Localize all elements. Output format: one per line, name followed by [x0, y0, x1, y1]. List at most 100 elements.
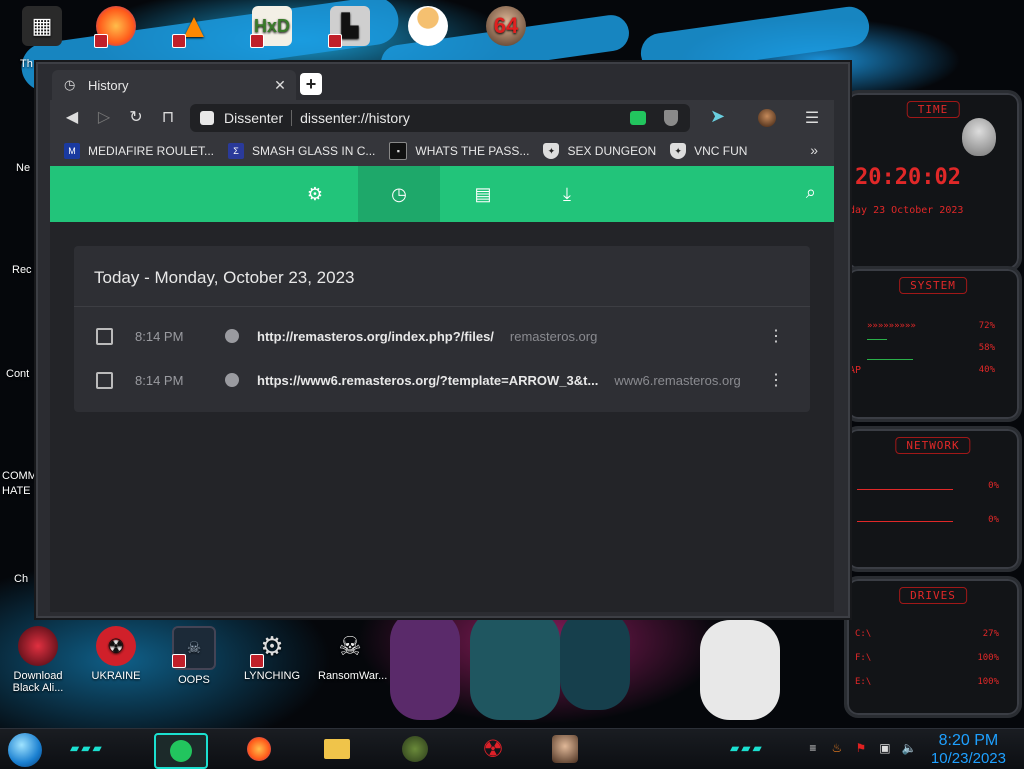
- taskbar-decoration: ▰▰▰: [730, 741, 764, 755]
- history-icon: ◷: [64, 77, 76, 92]
- entry-url-link[interactable]: https://www6.remasteros.org/?template=AR…: [257, 373, 598, 388]
- shield-icon: ✦: [543, 143, 560, 159]
- profile-avatar[interactable]: [758, 109, 776, 127]
- widget-time-panel: TIME 20:20:02 day 23 October 2023: [844, 90, 1022, 272]
- history-nav-bar: ⚙ ◷ ▤ ⤓ ⌕: [50, 166, 834, 222]
- desktop-icon-ransomware[interactable]: ☠ RansomWar...: [318, 626, 388, 683]
- shield-icon: [250, 34, 264, 48]
- more-options-icon[interactable]: ⋮: [768, 370, 784, 390]
- bookmark-item[interactable]: M MEDIAFIRE ROULET...: [64, 143, 214, 159]
- bookmark-item[interactable]: ▪ WHATS THE PASS...: [389, 142, 529, 160]
- entry-checkbox[interactable]: [96, 371, 113, 389]
- bookmarks-bar: M MEDIAFIRE ROULET... Σ SMASH GLASS IN C..…: [50, 136, 834, 166]
- drive-value: 100%: [977, 653, 999, 663]
- bookmark-book-icon: ▤: [474, 183, 492, 204]
- desktop-icon-download-black-alien[interactable]: Download Black Ali...: [6, 626, 70, 694]
- bookmarks-tab[interactable]: ▤: [442, 166, 524, 222]
- entry-domain[interactable]: remasteros.org: [510, 329, 597, 344]
- desktop-icon-firefox[interactable]: [84, 6, 148, 50]
- taskbar: ▰▰▰ ☢ ▰▰▰ ≡ ♨ ⚑ ▣ 🔈 8:20 PM 10/23/2023: [0, 728, 1024, 769]
- dissenter-icon: [170, 740, 192, 762]
- new-tab-button[interactable]: +: [300, 73, 322, 95]
- more-bookmarks-button[interactable]: »: [810, 142, 818, 158]
- widget-network-panel: NETWORK 0% 0%: [844, 426, 1022, 572]
- desktop-label: Ne: [16, 162, 31, 174]
- taskbar-app-explorer[interactable]: [312, 733, 362, 765]
- entry-checkbox[interactable]: [96, 327, 113, 345]
- browser-titlebar[interactable]: ◷ History ✕ +: [38, 64, 848, 100]
- bookmark-label: SMASH GLASS IN C...: [252, 144, 376, 158]
- network-graph-line: [857, 489, 953, 490]
- url-text[interactable]: dissenter://history: [300, 110, 630, 126]
- tab-history[interactable]: ◷ History ✕: [52, 70, 296, 100]
- browser-toolbar: ◀ ▷ ↻ ⊓ Dissenter dissenter://history ➤ …: [50, 100, 834, 136]
- history-icon: ◷: [391, 183, 407, 204]
- desktop-icon-ukraine[interactable]: ☢ UKRAINE: [84, 626, 148, 682]
- bookmark-label: VNC FUN: [694, 144, 748, 158]
- taskbar-clock[interactable]: 8:20 PM 10/23/2023: [931, 732, 1006, 767]
- downloads-tab[interactable]: ⤓: [526, 166, 608, 222]
- shield-icon: [172, 34, 186, 48]
- sigma-icon: Σ: [228, 143, 245, 159]
- forward-button[interactable]: ▷: [94, 108, 114, 128]
- desktop-icon-tiles[interactable]: ▦: [10, 6, 74, 50]
- network-icon[interactable]: ▣: [877, 741, 893, 757]
- tab-title: History: [88, 77, 129, 93]
- widget-date-value: day 23 October 2023: [849, 205, 964, 216]
- page-icon: [200, 111, 214, 125]
- shield-icon: ✦: [670, 143, 687, 159]
- history-tab[interactable]: ◷: [358, 166, 440, 222]
- bookmark-item[interactable]: Σ SMASH GLASS IN C...: [228, 143, 375, 159]
- drive-label: C:\: [855, 629, 872, 639]
- skull-icon: ☠: [338, 630, 362, 661]
- taskbar-app-tree[interactable]: [390, 733, 440, 765]
- menu-icon[interactable]: ☰: [802, 108, 822, 128]
- more-options-icon[interactable]: ⋮: [768, 326, 784, 346]
- search-icon[interactable]: ⌕: [806, 182, 816, 203]
- history-entry[interactable]: 8:14 PM http://remasteros.org/index.php?…: [74, 314, 810, 358]
- shield-icon: [250, 654, 264, 668]
- action-center-flag-icon[interactable]: ⚑: [853, 741, 869, 757]
- wallpaper-figure: [390, 610, 460, 720]
- back-button[interactable]: ◀: [62, 108, 82, 128]
- desktop-icon-oops[interactable]: ☠ OOPS: [162, 626, 226, 686]
- widget-drives-title: DRIVES: [899, 587, 967, 604]
- entry-domain[interactable]: www6.remasteros.org: [614, 373, 740, 388]
- taskbar-app-firefox[interactable]: [234, 733, 284, 765]
- history-day-card: Today - Monday, October 23, 2023 8:14 PM…: [74, 246, 810, 412]
- desktop-icon-vlc[interactable]: ▲: [162, 6, 226, 50]
- desktop-label: Ch: [14, 573, 29, 585]
- java-icon[interactable]: ♨: [829, 741, 845, 757]
- desktop-label: HATE: [2, 485, 31, 497]
- taskbar-app-dissenter[interactable]: [154, 733, 208, 769]
- reload-button[interactable]: ↻: [126, 108, 146, 128]
- desktop-icon-label: Download Black Ali...: [12, 670, 64, 694]
- start-orb-button[interactable]: [8, 733, 42, 767]
- entry-time: 8:14 PM: [135, 328, 184, 344]
- card-divider: [74, 306, 810, 307]
- desktop-icon-doctor[interactable]: [396, 6, 460, 50]
- tray-expand-icon[interactable]: ≡: [805, 741, 821, 757]
- volume-icon[interactable]: 🔈: [901, 741, 917, 757]
- address-bar[interactable]: Dissenter dissenter://history: [190, 104, 690, 132]
- shield-extension-icon[interactable]: [664, 110, 678, 126]
- settings-tab[interactable]: ⚙: [274, 166, 356, 222]
- entry-url-link[interactable]: http://remasteros.org/index.php?/files/: [257, 329, 494, 344]
- desktop-icon-portrait[interactable]: 64: [474, 6, 538, 50]
- desktop-icon-maze[interactable]: ▙: [318, 6, 382, 50]
- desktop-icon-lynching[interactable]: ⚙ LYNCHING: [240, 626, 304, 683]
- bookmark-item[interactable]: ✦ VNC FUN: [670, 143, 747, 159]
- taskbar-app-radiation[interactable]: ☢: [468, 733, 518, 765]
- desktop-icon-label: RansomWar...: [318, 670, 388, 682]
- bookmark-button[interactable]: ⊓: [158, 108, 178, 128]
- history-entry[interactable]: 8:14 PM https://www6.remasteros.org/?tem…: [74, 358, 810, 402]
- shield-icon: [328, 34, 342, 48]
- close-tab-icon[interactable]: ✕: [270, 77, 290, 94]
- dissenter-extension-icon[interactable]: [630, 111, 646, 125]
- system-label: AP: [849, 365, 862, 376]
- globe-icon: [225, 373, 239, 387]
- bookmark-label: MEDIAFIRE ROULET...: [88, 144, 215, 158]
- desktop-icon-hxd[interactable]: HxD: [240, 6, 304, 50]
- taskbar-app-portrait[interactable]: [540, 733, 590, 765]
- bookmark-item[interactable]: ✦ SEX DUNGEON: [543, 143, 656, 159]
